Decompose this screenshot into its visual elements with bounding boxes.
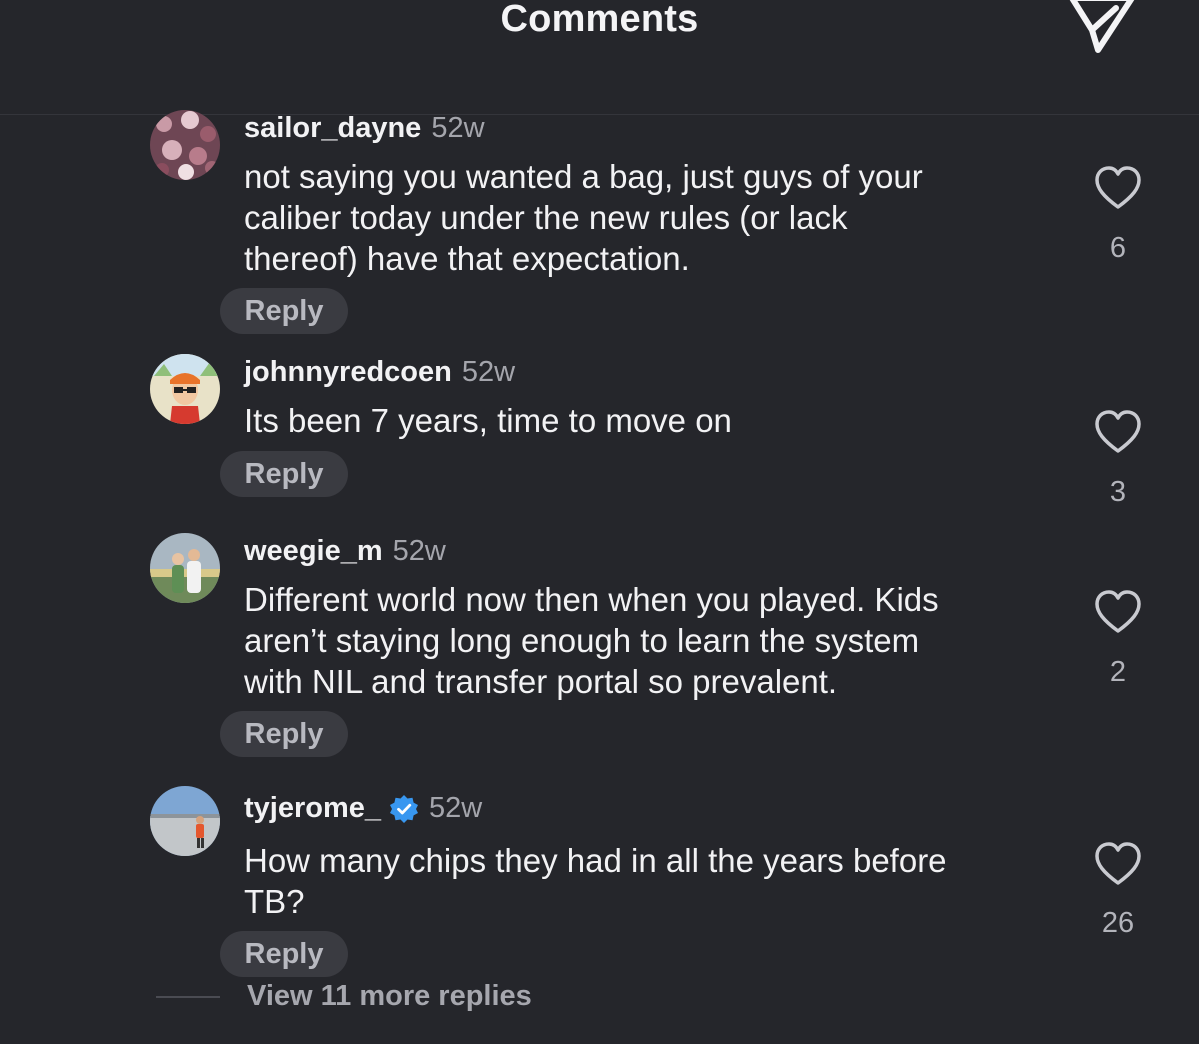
heart-icon[interactable]: [1093, 841, 1143, 887]
heart-icon[interactable]: [1093, 165, 1143, 211]
username[interactable]: sailor_dayne: [244, 112, 421, 145]
comment-meta: johnnyredcoen 52w: [244, 356, 515, 389]
comment-text-line: thereof) have that expectation.: [244, 240, 690, 277]
comment-meta: weegie_m 52w: [244, 535, 446, 568]
comment-meta: sailor_dayne 52w: [244, 112, 485, 145]
timestamp: 52w: [461, 356, 516, 388]
reply-button[interactable]: Reply: [220, 931, 348, 977]
comments-header: Comments: [0, 0, 1199, 115]
heart-icon[interactable]: [1093, 409, 1143, 455]
reply-button[interactable]: Reply: [220, 711, 348, 757]
comment-text-line: not saying you wanted a bag, just guys o…: [244, 158, 923, 195]
comment-text-line: with NIL and transfer portal so prevalen…: [244, 663, 838, 700]
page-title: Comments: [500, 0, 699, 40]
view-more-replies[interactable]: View 11 more replies: [156, 980, 532, 1013]
heart-icon[interactable]: [1093, 589, 1143, 635]
timestamp: 52w: [392, 535, 446, 567]
comment-text-line: caliber today under the new rules (or la…: [244, 199, 848, 236]
comment-text-line: aren’t staying long enough to learn the …: [244, 622, 920, 659]
reply-button[interactable]: Reply: [220, 288, 348, 334]
username[interactable]: weegie_m: [244, 535, 383, 568]
avatar[interactable]: [150, 533, 220, 603]
avatar[interactable]: [150, 110, 220, 180]
username[interactable]: tyjerome_: [244, 792, 381, 825]
comment-text: Its been 7 years, time to move on: [244, 400, 1064, 441]
reply-button[interactable]: Reply: [220, 451, 348, 497]
comment-meta: tyjerome_ 52w: [244, 792, 482, 825]
avatar[interactable]: [150, 786, 220, 856]
like-count: 3: [1109, 476, 1127, 508]
avatar[interactable]: [150, 354, 220, 424]
like-count: 6: [1109, 232, 1127, 264]
paper-plane-icon[interactable]: [1064, 0, 1138, 56]
comment-text: How many chips they had in all the years…: [244, 840, 1064, 922]
comment-text-line: How many chips they had in all the years…: [244, 842, 947, 879]
like-count: 26: [1101, 907, 1135, 939]
comment-text-line: TB?: [244, 883, 305, 920]
comment-text: not saying you wanted a bag, just guys o…: [244, 156, 1064, 279]
username[interactable]: johnnyredcoen: [244, 356, 452, 389]
verified-badge-icon: [389, 794, 419, 824]
comment-text-line: Its been 7 years, time to move on: [244, 402, 732, 439]
comment-text: Different world now then when you played…: [244, 579, 1064, 702]
like-count: 2: [1109, 656, 1127, 688]
divider: [156, 995, 220, 998]
comment-text-line: Different world now then when you played…: [244, 581, 939, 618]
timestamp: 52w: [431, 112, 485, 144]
timestamp: 52w: [429, 792, 483, 824]
view-more-replies-label[interactable]: View 11 more replies: [247, 980, 532, 1013]
